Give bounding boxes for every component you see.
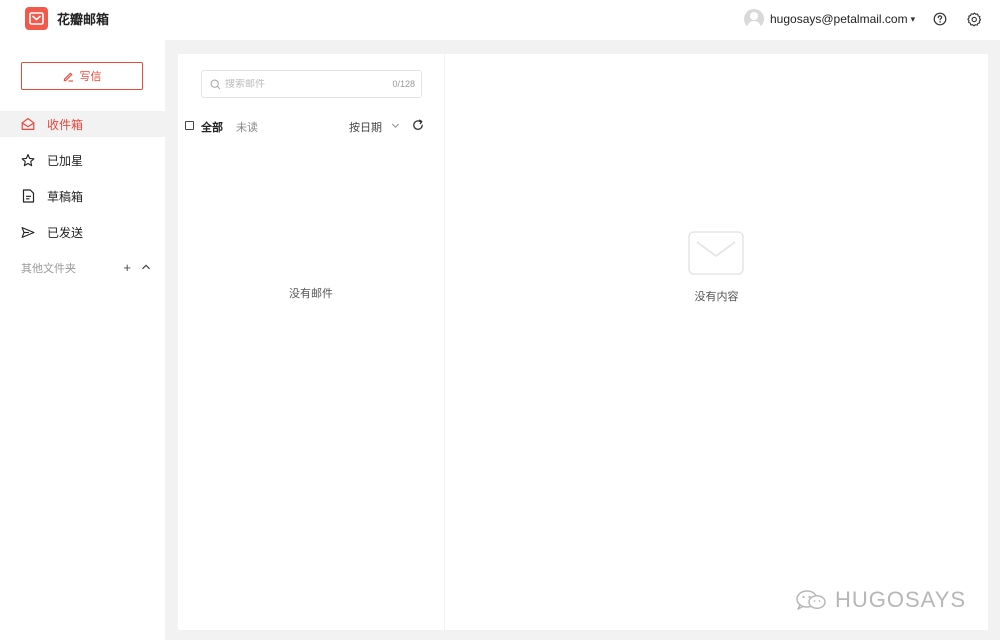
sort-dropdown[interactable]: 按日期 [349, 119, 400, 135]
reading-pane: 没有内容 [445, 54, 988, 630]
sidebar-item-label: 已发送 [47, 225, 84, 240]
sidebar-item-sent[interactable]: 已发送 [0, 219, 165, 245]
filter-unread[interactable]: 未读 [236, 119, 258, 135]
filter-bar: 全部 未读 按日期 [185, 118, 425, 134]
search-input[interactable] [225, 78, 393, 90]
other-folders-header: 其他文件夹 + [21, 260, 151, 276]
empty-content-message: 没有内容 [694, 291, 739, 303]
sidebar: 写信 收件箱 已加星 草稿箱 已发送 其他文件夹 + [0, 40, 165, 640]
collapse-chevron-icon[interactable] [141, 260, 151, 276]
compose-button[interactable]: 写信 [21, 62, 143, 90]
refresh-icon[interactable] [411, 118, 425, 132]
empty-list-message: 没有邮件 [289, 288, 333, 300]
content-area: 0/128 全部 未读 按日期 没有邮件 [165, 40, 1000, 640]
chevron-down-icon [391, 121, 400, 133]
wechat-icon [796, 590, 826, 610]
send-icon [21, 225, 35, 239]
sidebar-item-drafts[interactable]: 草稿箱 [0, 183, 165, 209]
other-folders-actions: + [113, 260, 151, 276]
search-char-count: 0/128 [392, 79, 415, 89]
sidebar-item-label: 草稿箱 [47, 189, 84, 204]
search-box[interactable]: 0/128 [201, 70, 422, 98]
logo-mail-icon [29, 12, 44, 25]
sort-label: 按日期 [349, 122, 382, 134]
star-icon [21, 153, 35, 167]
add-folder-icon[interactable]: + [123, 260, 131, 276]
select-all-checkbox[interactable] [185, 121, 194, 130]
avatar [744, 9, 764, 29]
pencil-icon [63, 72, 73, 82]
draft-icon [21, 189, 35, 203]
watermark-text: HUGOSAYS [835, 587, 967, 612]
mail-list-panel: 0/128 全部 未读 按日期 没有邮件 [178, 54, 444, 630]
compose-label: 写信 [79, 71, 102, 83]
search-icon [210, 79, 221, 89]
sidebar-item-starred[interactable]: 已加星 [0, 147, 165, 173]
sidebar-item-inbox[interactable]: 收件箱 [0, 111, 165, 137]
other-folders-label: 其他文件夹 [21, 263, 76, 275]
watermark: HUGOSAYS [795, 586, 966, 614]
inbox-icon [21, 117, 35, 131]
sidebar-item-label: 已加星 [47, 153, 84, 168]
app-logo[interactable] [25, 7, 48, 30]
sidebar-item-label: 收件箱 [47, 117, 84, 132]
top-header: 花瓣邮箱 hugosays@petalmail.com ▾ [0, 0, 1000, 40]
envelope-icon [688, 231, 744, 275]
account-email: hugosays@petalmail.com [770, 12, 908, 26]
gear-icon[interactable] [965, 10, 983, 28]
filter-all[interactable]: 全部 [201, 119, 223, 135]
app-name: 花瓣邮箱 [57, 12, 110, 27]
help-circle-icon[interactable] [931, 10, 949, 28]
caret-down-icon: ▾ [910, 13, 916, 24]
account-menu[interactable]: hugosays@petalmail.com ▾ [744, 8, 915, 30]
